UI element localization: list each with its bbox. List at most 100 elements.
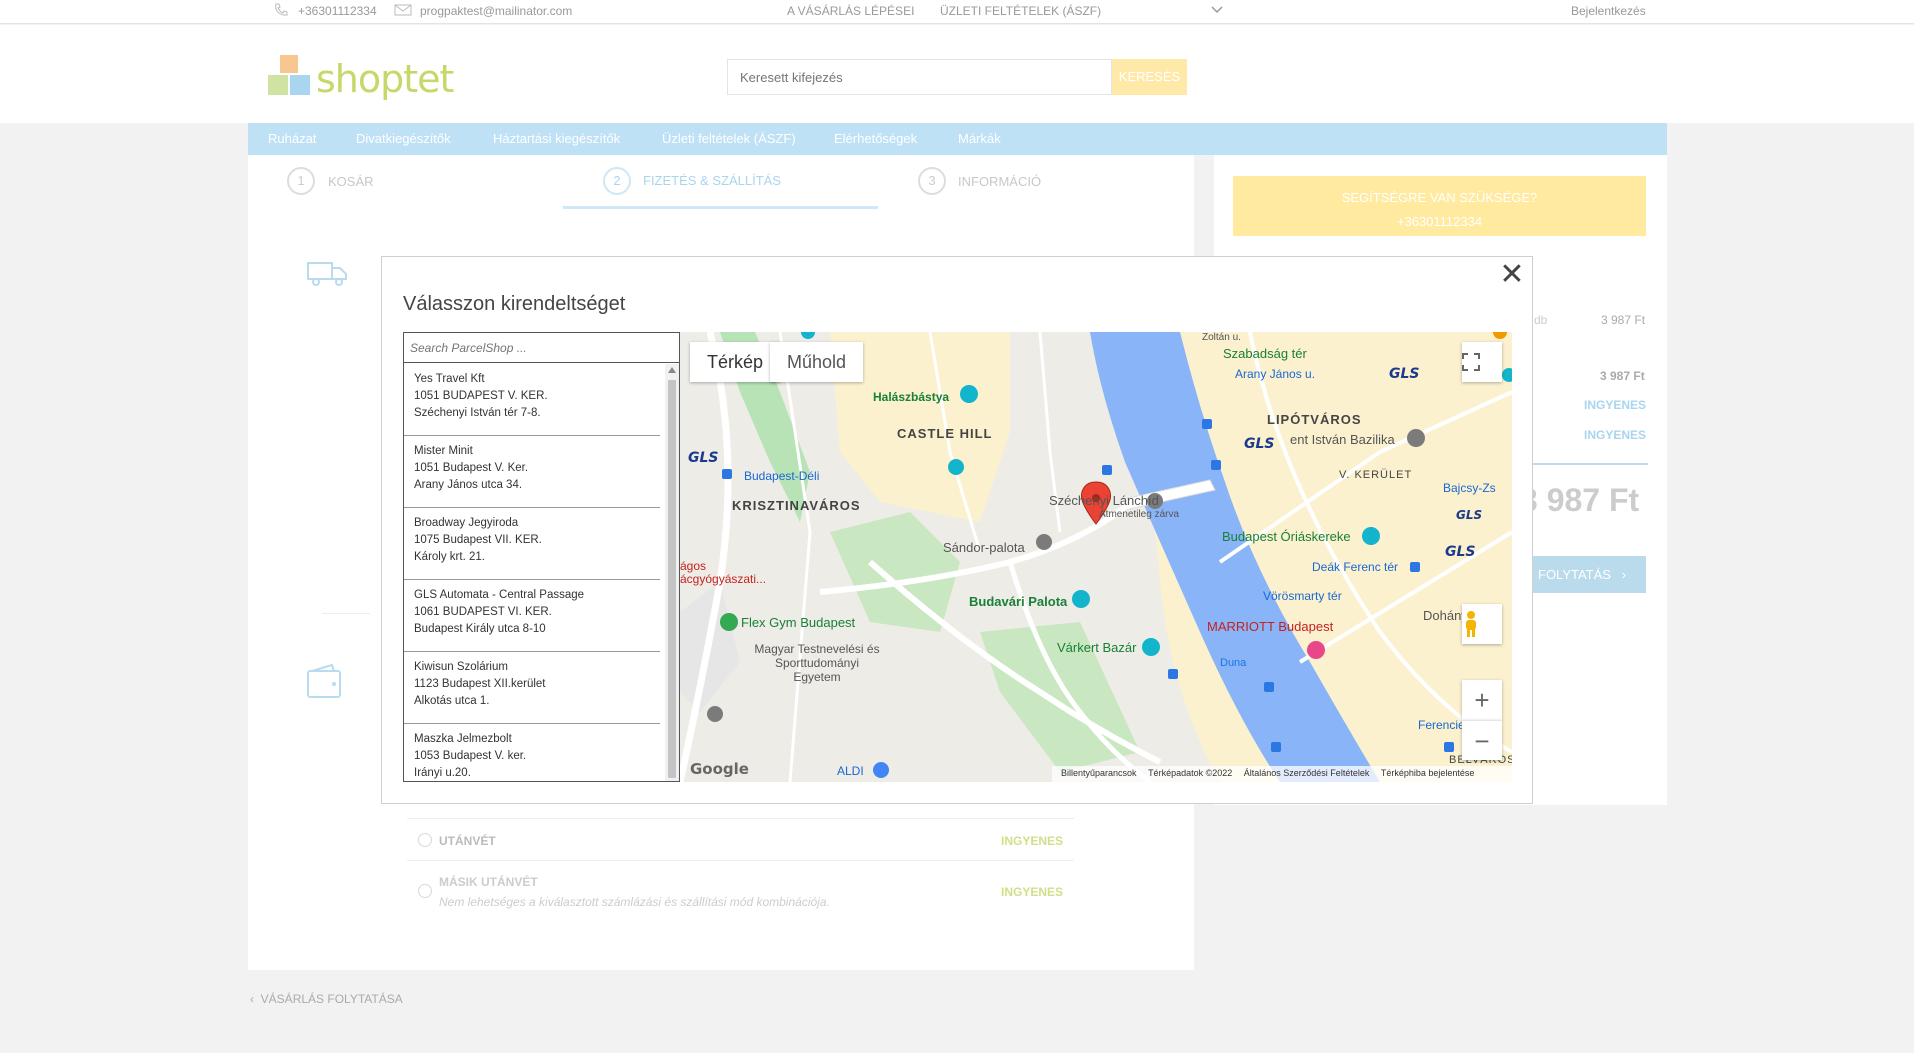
continue-button[interactable]: FOLYTATÁS › <box>1530 556 1646 593</box>
parcelshop-item[interactable]: Broadway Jegyiroda 1075 Budapest VII. KE… <box>404 508 660 580</box>
map-label-budavari-palota: Budavári Palota <box>969 594 1068 609</box>
fullscreen-icon[interactable] <box>1462 342 1502 382</box>
map-label-deak-ferenc-ter: Deák Ferenc tér <box>1312 560 1399 574</box>
continue-shopping-link[interactable]: ‹ VÁSÁRLÁS FOLYTATÁSA <box>250 992 403 1006</box>
wallet-icon <box>307 663 341 698</box>
top-bar: +36301112334 progpaktest@mailinator.com … <box>0 0 1914 24</box>
map-label-szechenyi-lanchid: Széchenyi Lánchíd <box>1049 493 1159 508</box>
parcelshop-street: Irányi u.20. <box>414 767 471 779</box>
map-label-varkert-bazar: Várkert Bazár <box>1057 640 1137 655</box>
map-footer-terms[interactable]: Általános Szerződési Feltételek <box>1244 768 1370 778</box>
summary-shipping: INGYENES <box>1584 398 1647 412</box>
topbar-steps-link[interactable]: A VÁSÁRLÁS LÉPÉSEI <box>787 4 914 18</box>
logo[interactable]: shoptet <box>268 55 454 105</box>
map-label-marriott: MARRIOTT Budapest <box>1207 619 1334 634</box>
help-box: SEGÍTSÉGRE VAN SZÜKSÉGE? +36301112334 <box>1233 176 1646 236</box>
map-label-halaszbastya: Halászbástya <box>873 390 950 404</box>
parcelshop-item[interactable]: Maszka Jelmezbolt 1053 Budapest V. ker. … <box>404 724 660 781</box>
cod-radio[interactable] <box>418 833 432 847</box>
nav-item-aszf[interactable]: Üzleti feltételek (ÁSZF) <box>662 131 796 146</box>
gls-marker[interactable]: GLS <box>1445 544 1476 560</box>
step-1-label[interactable]: KOSÁR <box>328 174 374 189</box>
chevron-down-icon[interactable] <box>1210 5 1224 15</box>
zoom-out-button[interactable]: − <box>1462 720 1502 760</box>
other-cod-price: INGYENES <box>1001 885 1064 899</box>
map[interactable]: CASTLE HILL KRISZTINAVÁROS LIPÓTVÁROS V.… <box>680 332 1512 782</box>
continue-button-label: FOLYTATÁS <box>1538 567 1611 582</box>
map-label-lipotvaros: LIPÓTVÁROS <box>1267 412 1362 427</box>
order-total: 3 987 Ft <box>1520 482 1640 518</box>
active-step-underline <box>563 206 878 209</box>
fullscreen-glyph <box>1462 353 1480 371</box>
map-label-szabadsag-ter: Szabadság tér <box>1223 346 1307 361</box>
map-type-map-tab[interactable]: Térkép <box>690 342 781 382</box>
map-label-sandor-palota: Sándor-palota <box>943 540 1025 555</box>
step-3-circle: 3 <box>918 167 946 195</box>
parcelshop-scrollbar[interactable] <box>665 364 679 781</box>
street-view-pegman-icon[interactable] <box>1462 604 1502 644</box>
map-type-satellite-tab[interactable]: Műhold <box>770 342 864 382</box>
nav-item-elerhetosegek[interactable]: Elérhetőségek <box>834 131 917 146</box>
divider <box>322 613 370 614</box>
cod-price: INGYENES <box>1001 834 1064 848</box>
parcelshop-search-input[interactable] <box>404 333 679 363</box>
parcelshop-street: Arany János utca 34. <box>414 479 523 491</box>
gls-marker[interactable]: GLS <box>1244 436 1275 452</box>
map-label-vorosmarty-ter: Vörösmarty tér <box>1263 589 1342 603</box>
help-phone[interactable]: +36301112334 <box>1233 210 1646 234</box>
parcelshop-panel: Yes Travel Kft 1051 BUDAPEST V. KER. Szé… <box>403 332 680 782</box>
gls-marker[interactable]: GLS <box>1389 366 1420 382</box>
nav-item-haztartasi[interactable]: Háztartási kiegészítők <box>493 131 620 146</box>
summary-item-price: 3 987 Ft <box>1601 313 1646 327</box>
map-label-atmenetileg-zarva: Átmenetileg zárva <box>1099 509 1180 520</box>
other-cod-radio[interactable] <box>418 884 432 898</box>
map-footer-shortcuts[interactable]: Billentyűparancsok <box>1061 768 1137 778</box>
login-link[interactable]: Bejelentkezés <box>1571 4 1646 18</box>
parcelshop-item[interactable]: GLS Automata - Central Passage 1061 BUDA… <box>404 580 660 652</box>
other-cod-label: MÁSIK UTÁNVÉT <box>439 875 538 889</box>
search-input[interactable] <box>727 59 1112 95</box>
nav-item-ruhazat[interactable]: Ruházat <box>268 131 316 146</box>
scroll-up-icon[interactable] <box>668 367 676 373</box>
topbar-terms-link[interactable]: ÜZLETI FELTÉTELEK (ÁSZF) <box>940 4 1101 18</box>
parcelshop-item[interactable]: Kiwisun Szolárium 1123 Budapest XII.kerü… <box>404 652 660 724</box>
gls-marker[interactable]: GLS <box>688 450 719 466</box>
map-label-zoltan-u: Zoltán u. <box>1202 332 1241 343</box>
step-3-label[interactable]: INFORMÁCIÓ <box>958 174 1041 189</box>
map-label-magyar-te: Magyar Testnevelési és Sporttudományi Eg… <box>754 642 880 684</box>
gls-marker[interactable]: GLS <box>1456 508 1482 522</box>
logo-square-orange <box>280 55 298 73</box>
parcelshop-street: Széchenyi István tér 7-8. <box>414 407 541 419</box>
topbar-phone[interactable]: +36301112334 <box>298 4 377 18</box>
topbar-email[interactable]: progpaktest@mailinator.com <box>420 4 572 18</box>
logo-square-green <box>268 75 288 95</box>
phone-icon <box>275 3 288 16</box>
parcelshop-city: 1061 BUDAPEST VI. KER. <box>414 606 552 618</box>
main-nav: Ruházat Divatkiegészítők Háztartási kieg… <box>248 123 1667 155</box>
nav-item-divatkiegeszitok[interactable]: Divatkiegészítők <box>356 131 451 146</box>
parcelshop-item[interactable]: Yes Travel Kft 1051 BUDAPEST V. KER. Szé… <box>404 364 660 436</box>
summary-subtotal: 3 987 Ft <box>1600 369 1645 383</box>
step-2-label[interactable]: FIZETÉS & SZÁLLÍTÁS <box>643 173 781 188</box>
map-footer: Billentyűparancsok Térképadatok ©2022 Ál… <box>1052 766 1512 782</box>
parcelshop-item[interactable]: Mister Minit 1051 Budapest V. Ker. Arany… <box>404 436 660 508</box>
map-label-istvan-bazilika: ent István Bazilika <box>1290 432 1395 447</box>
parcelshop-city: 1053 Budapest V. ker. <box>414 750 527 762</box>
map-label-gyogyaszati: ágos ácgyógyászati... <box>680 559 767 586</box>
step-1-circle: 1 <box>287 167 315 195</box>
parcelshop-name: Mister Minit <box>414 445 473 457</box>
pegman-glyph <box>1466 611 1476 637</box>
close-icon[interactable]: ✕ <box>1497 260 1527 290</box>
zoom-in-button[interactable]: + <box>1462 680 1502 720</box>
divider <box>407 818 1074 819</box>
search-button[interactable]: KERESÉS <box>1112 59 1187 95</box>
scrollbar-thumb[interactable] <box>668 380 676 778</box>
nav-item-markak[interactable]: Márkák <box>958 131 1001 146</box>
mail-icon <box>394 4 412 16</box>
parcelshop-street: Alkotás utca 1. <box>414 695 490 707</box>
divider <box>407 860 1074 861</box>
map-footer-report[interactable]: Térképhiba bejelentése <box>1381 768 1475 778</box>
map-label-castle-hill: CASTLE HILL <box>897 426 993 441</box>
modal-title: Válasszon kirendeltséget <box>403 293 626 315</box>
other-cod-note: Nem lehetséges a kiválasztott számlázási… <box>439 895 830 909</box>
